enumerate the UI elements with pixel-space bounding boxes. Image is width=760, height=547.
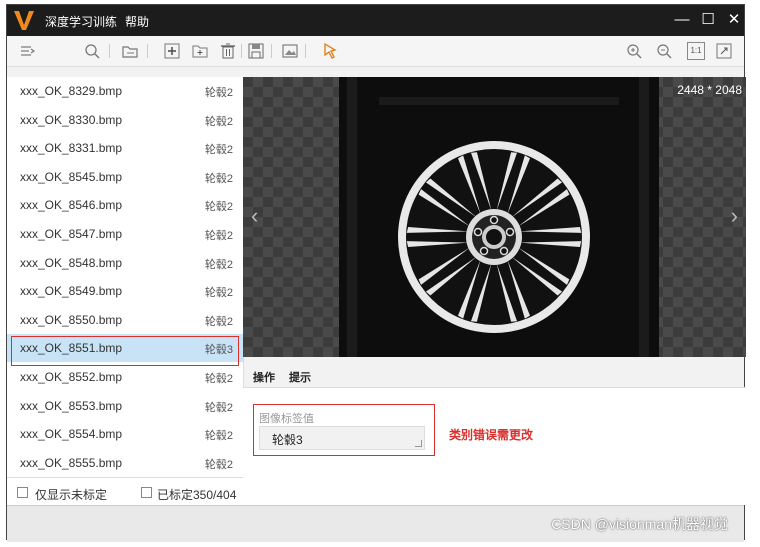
file-label: 轮毂2 <box>204 373 233 385</box>
file-name: xxx_OK_8553.bmp <box>20 398 123 413</box>
file-list-row[interactable]: xxx_OK_8552.bmp 轮毂2 <box>7 363 243 391</box>
save-icon[interactable] <box>247 42 265 60</box>
file-list-row[interactable]: xxx_OK_8554.bmp 轮毂2 <box>7 420 243 448</box>
selected-row-highlight <box>11 336 239 366</box>
maximize-button[interactable]: ☐ <box>697 10 719 30</box>
list-filter-icon[interactable] <box>19 42 37 60</box>
app-title: 深度学习训练 <box>45 15 118 29</box>
file-label: 轮毂2 <box>204 401 233 414</box>
toolbar: 1:1 <box>7 36 744 67</box>
zoom-in-icon[interactable] <box>625 42 643 60</box>
file-list-row[interactable]: xxx_OK_8553.bmp 轮毂2 <box>7 392 243 420</box>
wheel-rim-icon <box>339 77 659 357</box>
menu-help[interactable]: 帮助 <box>125 13 149 30</box>
image-export-icon[interactable] <box>281 42 299 60</box>
tab-hint[interactable]: 提示 <box>289 369 311 385</box>
actual-size-icon[interactable]: 1:1 <box>687 42 705 60</box>
status-bar: CSDN @visionman机器视觉 <box>7 505 744 542</box>
add-icon[interactable] <box>163 42 181 60</box>
file-name: xxx_OK_8331.bmp <box>20 141 123 156</box>
panel-tabs: 操作 提示 <box>243 363 746 389</box>
file-list-row[interactable]: xxx_OK_8329.bmp 轮毂2 <box>7 77 243 105</box>
show-unlabeled-checkbox[interactable] <box>17 487 28 498</box>
file-list[interactable]: xxx_OK_8329.bmp 轮毂2 xxx_OK_8330.bmp 轮毂2 xxx_… <box>7 77 244 483</box>
file-name: xxx_OK_8554.bmp <box>20 427 123 442</box>
annotation-box <box>253 404 435 456</box>
file-name: xxx_OK_8546.bmp <box>20 198 123 213</box>
file-label: 轮毂2 <box>204 172 233 185</box>
file-label: 轮毂2 <box>204 315 233 328</box>
operation-panel: 图像标签值 轮毂3 类别错误需更改 <box>243 388 746 505</box>
file-label: 轮毂2 <box>204 201 233 214</box>
file-name: xxx_OK_8550.bmp <box>20 312 123 327</box>
list-filter-bar: 仅显示未标定 已标定350/404 <box>7 477 243 506</box>
file-name: xxx_OK_8330.bmp <box>20 112 123 127</box>
labeled-count-label: 已标定350/404 <box>157 488 237 502</box>
file-label: 轮毂2 <box>204 287 233 300</box>
file-name: xxx_OK_8545.bmp <box>20 169 123 184</box>
previous-image-icon[interactable]: ‹ <box>251 203 258 229</box>
zoom-out-icon[interactable] <box>655 42 673 60</box>
close-button[interactable]: ✕ <box>723 10 745 30</box>
file-label: 轮毂2 <box>204 230 233 242</box>
file-list-row[interactable]: xxx_OK_8546.bmp 轮毂2 <box>7 191 243 219</box>
file-list-row[interactable]: xxx_OK_8331.bmp 轮毂2 <box>7 134 243 162</box>
title-bar: 深度学习训练 帮助 — ☐ ✕ <box>7 5 744 36</box>
folder-import-icon[interactable] <box>121 42 139 60</box>
file-label: 轮毂2 <box>204 258 233 271</box>
file-name: xxx_OK_8552.bmp <box>20 370 123 384</box>
wheel-image <box>339 77 659 357</box>
tab-operate[interactable]: 操作 <box>253 369 275 385</box>
file-list-row[interactable]: xxx_OK_8547.bmp 轮毂2 <box>7 220 243 248</box>
file-list-row[interactable]: xxx_OK_8555.bmp 轮毂2 <box>7 449 243 477</box>
file-label: 轮毂2 <box>204 458 233 471</box>
file-label: 轮毂2 <box>204 430 233 443</box>
image-dimensions: 2448 * 2048 <box>677 83 742 97</box>
app-logo-icon <box>14 11 34 30</box>
pointer-icon[interactable] <box>321 42 339 60</box>
file-label: 轮毂2 <box>204 87 233 99</box>
file-list-row[interactable]: xxx_OK_8548.bmp 轮毂2 <box>7 249 243 277</box>
file-list-row[interactable]: xxx_OK_8545.bmp 轮毂2 <box>7 163 243 191</box>
file-label: 轮毂2 <box>204 144 233 157</box>
file-name: xxx_OK_8547.bmp <box>20 227 123 241</box>
file-label: 轮毂2 <box>204 115 233 128</box>
show-unlabeled-label: 仅显示未标定 <box>35 488 108 502</box>
file-name: xxx_OK_8329.bmp <box>20 84 123 98</box>
file-name: xxx_OK_8549.bmp <box>20 284 123 299</box>
next-image-icon[interactable]: › <box>731 203 738 229</box>
file-list-row[interactable]: xxx_OK_8330.bmp 轮毂2 <box>7 106 243 134</box>
app-window: 深度学习训练 帮助 — ☐ ✕ 1:1 xxx_OK_8329.bmp 轮毂2 xx… <box>6 4 746 542</box>
fit-window-icon[interactable] <box>715 42 733 60</box>
labeled-checkbox[interactable] <box>141 487 152 498</box>
file-list-row[interactable]: xxx_OK_8550.bmp 轮毂2 <box>7 306 243 334</box>
add-folder-icon[interactable] <box>191 42 209 60</box>
minimize-button[interactable]: — <box>671 10 693 30</box>
annotation-text: 类别错误需更改 <box>449 428 534 442</box>
file-list-row[interactable]: xxx_OK_8549.bmp 轮毂2 <box>7 277 243 305</box>
watermark: CSDN @visionman机器视觉 <box>551 516 728 532</box>
delete-icon[interactable] <box>219 42 237 60</box>
search-icon[interactable] <box>83 42 101 60</box>
file-name: xxx_OK_8555.bmp <box>20 455 123 470</box>
file-name: xxx_OK_8548.bmp <box>20 255 123 270</box>
image-viewer[interactable]: 2448 * 2048 ‹ › <box>243 77 746 357</box>
